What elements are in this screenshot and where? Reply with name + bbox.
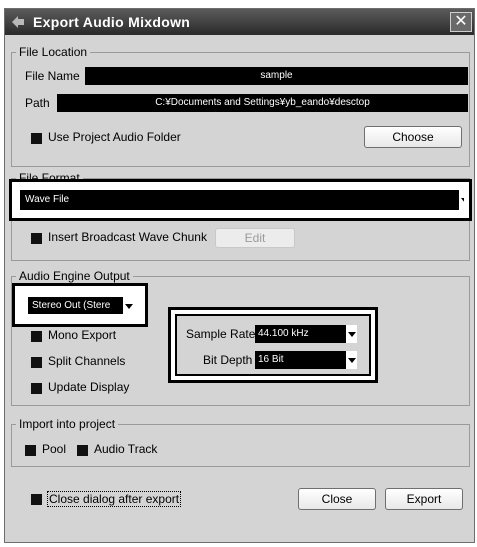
update-display-checkbox[interactable] (31, 383, 42, 394)
audio-output-value: Stereo Out (Stere (32, 300, 111, 311)
mono-export-label: Mono Export (48, 328, 117, 342)
chevron-down-icon[interactable] (345, 325, 357, 343)
path-label: Path (25, 96, 50, 110)
sample-rate-label: Sample Rate (186, 327, 256, 341)
pool-checkbox[interactable] (25, 445, 36, 456)
use-project-folder-label: Use Project Audio Folder (48, 130, 181, 144)
split-channels-label: Split Channels (48, 354, 126, 368)
chevron-down-icon[interactable] (345, 351, 357, 369)
import-project-group: Import into project (11, 417, 470, 467)
import-project-legend: Import into project (19, 417, 116, 431)
bit-depth-value: 16 Bit (258, 354, 284, 365)
cubase-logo-icon (10, 14, 26, 30)
close-button[interactable]: Close (298, 488, 376, 510)
broadcast-wave-checkbox[interactable] (31, 233, 42, 244)
file-name-label: File Name (25, 69, 80, 83)
audio-engine-legend: Audio Engine Output (19, 269, 130, 283)
close-icon[interactable]: ✕ (450, 12, 472, 32)
audio-output-dropdown[interactable]: Stereo Out (Stere (28, 297, 134, 314)
edit-button[interactable]: Edit (215, 228, 295, 248)
mono-export-checkbox[interactable] (31, 331, 42, 342)
export-dialog: Export Audio Mixdown ✕ File Location Fil… (4, 8, 475, 543)
split-channels-checkbox[interactable] (31, 357, 42, 368)
file-name-field[interactable]: sample (85, 67, 468, 85)
chevron-down-icon[interactable] (122, 297, 134, 314)
broadcast-wave-label: Insert Broadcast Wave Chunk (48, 230, 207, 244)
file-format-dropdown[interactable]: Wave File (20, 190, 464, 210)
use-project-folder-checkbox[interactable] (31, 133, 42, 144)
audio-track-checkbox[interactable] (77, 445, 88, 456)
chevron-down-icon[interactable] (458, 190, 464, 210)
bit-depth-dropdown[interactable]: 16 Bit (255, 351, 357, 369)
sample-rate-dropdown[interactable]: 44.100 kHz (255, 325, 357, 343)
window-title: Export Audio Mixdown (33, 14, 191, 30)
bit-depth-label: Bit Depth (203, 353, 253, 367)
export-button[interactable]: Export (385, 488, 463, 510)
choose-button[interactable]: Choose (364, 126, 462, 148)
file-location-legend: File Location (19, 45, 88, 59)
sample-rate-value: 44.100 kHz (258, 328, 309, 339)
update-display-label: Update Display (48, 380, 130, 394)
path-field[interactable]: C:¥Documents and Settings¥yb_eando¥desct… (57, 94, 468, 112)
pool-label: Pool (42, 442, 67, 456)
file-format-value: Wave File (25, 194, 70, 205)
close-after-export-checkbox[interactable] (31, 494, 42, 505)
audio-track-label: Audio Track (94, 442, 158, 456)
title-bar[interactable]: Export Audio Mixdown ✕ (5, 9, 474, 35)
close-after-export-label: Close dialog after export (47, 491, 182, 507)
